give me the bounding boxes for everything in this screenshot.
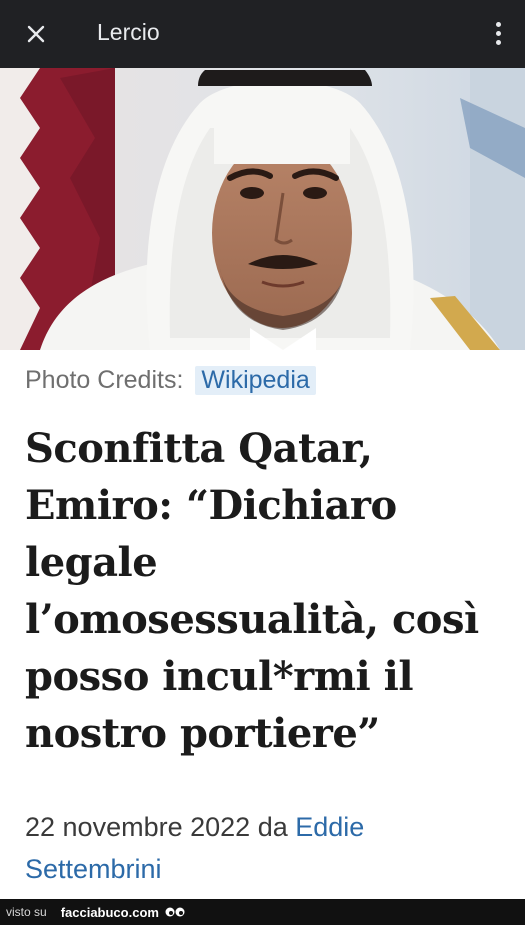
app-bar: Lercio <box>0 0 525 68</box>
headline-line: Sconfitta Qatar, <box>25 425 373 472</box>
photo-credits-label: Photo Credits: <box>25 365 184 394</box>
photo-credits-source-link[interactable]: Wikipedia <box>195 365 316 395</box>
close-button[interactable] <box>22 20 50 48</box>
headline-line: legale <box>25 539 158 586</box>
article-hero-image <box>0 68 525 350</box>
more-vert-dot <box>495 30 501 36</box>
headline-line: Emiro: “Dichiaro <box>25 482 397 529</box>
headline-line: nostro portiere” <box>25 710 380 757</box>
article-byline: 22 novembre 2022 da Eddie Settembrini <box>25 806 505 890</box>
more-vert-icon <box>495 21 501 27</box>
portrait-illustration <box>0 68 525 350</box>
source-footer: visto su facciabuco.com <box>0 899 525 925</box>
app-title: Lercio <box>97 19 160 45</box>
article-date: 22 novembre 2022 <box>25 812 251 842</box>
seen-on-label: visto su <box>6 905 47 919</box>
byline-by: da <box>257 812 288 842</box>
author-last-name[interactable]: Settembrini <box>25 854 162 884</box>
headline-line: posso incul*rmi il <box>25 653 414 700</box>
author-first-name[interactable]: Eddie <box>295 812 364 842</box>
eyes-logo-icon <box>165 905 185 919</box>
photo-credits: Photo Credits: Wikipedia <box>25 363 316 397</box>
article-headline: Sconfitta Qatar, Emiro: “Dichiaro legale… <box>25 420 515 762</box>
close-icon <box>27 25 45 43</box>
headline-line: l’omosessualità, così <box>25 596 479 643</box>
brand-name: facciabuco.com <box>60 904 159 920</box>
more-options-button[interactable] <box>491 18 505 48</box>
more-vert-dot <box>495 39 501 45</box>
